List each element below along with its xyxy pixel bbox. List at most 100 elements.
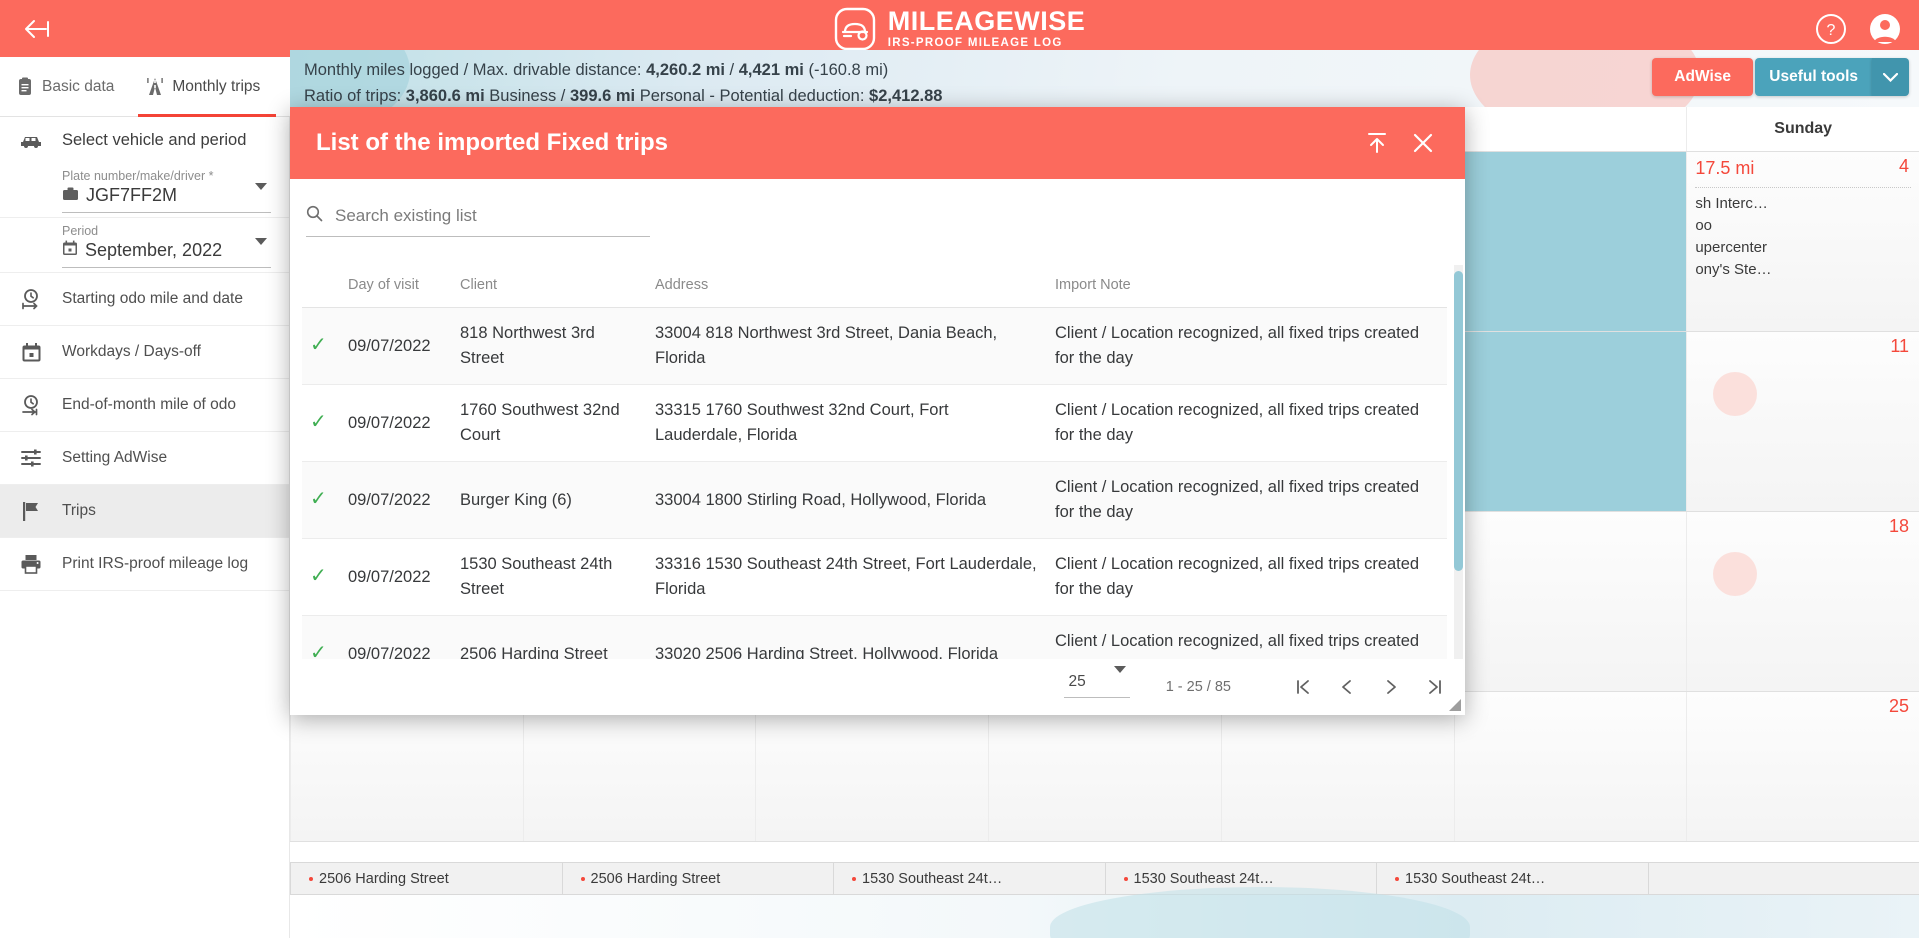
trip-label: 2506 Harding Street xyxy=(590,870,721,887)
plate-field-block: Plate number/make/driver * JGF7FF2M xyxy=(0,163,289,218)
calendar-cell[interactable] xyxy=(1453,332,1687,511)
row-client: Burger King (6) xyxy=(452,461,647,539)
calendar-bottom-trip[interactable] xyxy=(1647,863,1919,894)
calendar-bottom-trip[interactable]: 2506 Harding Street xyxy=(290,863,562,894)
calendar-bottom-trip[interactable]: 2506 Harding Street xyxy=(561,863,834,894)
ratio-prefix: Ratio of trips: xyxy=(304,87,406,105)
row-status: ✓ xyxy=(302,538,340,616)
sun-decoration-icon xyxy=(1713,552,1758,596)
calendar-day-miles: 17.5 mi xyxy=(1695,158,1755,178)
personal-miles: 399.6 mi xyxy=(569,87,636,105)
col-status xyxy=(302,265,340,308)
expand-up-icon[interactable] xyxy=(1359,125,1395,161)
calendar-cell[interactable] xyxy=(1453,692,1687,841)
sidebar-item-label: Print IRS-proof mileage log xyxy=(62,555,249,572)
row-note: Client / Location recognized, all fixed … xyxy=(1047,461,1447,539)
row-status: ✓ xyxy=(302,615,340,659)
check-icon: ✓ xyxy=(310,564,327,587)
sidebar-item-trips[interactable]: Trips xyxy=(0,485,289,538)
row-note: Client / Location recognized, all fixed … xyxy=(1047,384,1447,462)
search-input[interactable] xyxy=(333,205,633,227)
chevron-down-icon[interactable] xyxy=(1113,665,1126,691)
first-page-icon[interactable] xyxy=(1281,667,1325,707)
page-range-label: 1 - 25 / 85 xyxy=(1165,679,1231,695)
tab-basic-data[interactable]: Basic data xyxy=(0,57,130,117)
fixed-trips-table-wrap[interactable]: Day of visit Client Address Import Note … xyxy=(302,265,1453,659)
sidebar-item-workdays[interactable]: Workdays / Days-off xyxy=(0,326,289,379)
calendar-day-number: 4 xyxy=(1899,156,1910,176)
next-page-icon[interactable] xyxy=(1369,667,1413,707)
tab-monthly-trips-label: Monthly trips xyxy=(172,77,261,95)
useful-tools-button[interactable]: Useful tools xyxy=(1755,58,1872,96)
back-arrow-icon[interactable] xyxy=(22,12,56,46)
prev-page-icon[interactable] xyxy=(1325,667,1369,707)
calendar-trip[interactable]: oo xyxy=(1695,215,1911,237)
dialog-header: List of the imported Fixed trips xyxy=(290,107,1465,179)
calendar-bottom-trip[interactable]: 1530 Southeast 24t… xyxy=(1376,863,1648,894)
sidebar-section-title: Select vehicle and period xyxy=(62,130,247,149)
row-day: 09/07/2022 xyxy=(340,461,452,539)
account-circle-icon[interactable] xyxy=(1869,13,1901,45)
col-day-of-visit: Day of visit xyxy=(340,265,452,308)
calendar-trip[interactable]: upercenter xyxy=(1695,237,1911,259)
row-address: 33004 1800 Stirling Road, Hollywood, Flo… xyxy=(647,461,1047,539)
sliders-icon xyxy=(18,448,44,468)
brand-tagline: IRS-PROOF MILEAGE LOG xyxy=(887,36,1063,49)
plate-field-label: Plate number/make/driver * xyxy=(62,169,214,183)
search-box[interactable] xyxy=(306,205,650,237)
potential-deduction: $2,412.88 xyxy=(869,87,943,105)
chevron-down-icon[interactable] xyxy=(255,238,267,256)
imported-fixed-trips-dialog: List of the imported Fixed trips Search … xyxy=(290,107,1465,715)
chevron-down-icon[interactable] xyxy=(255,183,267,201)
page-size-select[interactable]: 25 xyxy=(1064,665,1130,698)
bullet-dot-icon xyxy=(1123,876,1128,881)
clock-end-icon xyxy=(18,394,44,416)
calendar-header-sunday: Sunday xyxy=(1686,107,1919,151)
calendar-cell-sunday-25[interactable]: 25 xyxy=(1686,692,1919,841)
calendar-cell-sunday-11[interactable]: 11 xyxy=(1686,332,1919,511)
trip-label: 1530 Southeast 24t… xyxy=(1405,870,1546,887)
calendar-trip[interactable]: sh Interc… xyxy=(1695,193,1911,215)
useful-tools-dropdown-button[interactable] xyxy=(1872,58,1909,96)
sidebar-item-setting-adwise[interactable]: Setting AdWise xyxy=(0,432,289,485)
dialog-footer: 25 1 - 25 / 85 xyxy=(290,659,1465,715)
briefcase-icon xyxy=(62,186,79,206)
calendar-cell-sunday-18[interactable]: 18 xyxy=(1686,512,1919,691)
adwise-button[interactable]: AdWise xyxy=(1652,58,1753,96)
sidebar-section-select-vehicle[interactable]: Select vehicle and period xyxy=(0,117,289,163)
calendar-bottom-trip[interactable]: 1530 Southeast 24t… xyxy=(833,863,1105,894)
tab-monthly-trips[interactable]: Monthly trips xyxy=(130,57,277,117)
max-drivable-distance: 4,421 mi xyxy=(738,61,804,79)
table-row[interactable]: ✓ 09/07/2022 2506 Harding Street 33020 2… xyxy=(302,615,1447,659)
table-row[interactable]: ✓ 09/07/2022 818 Northwest 3rd Street 33… xyxy=(302,307,1447,385)
plate-select[interactable]: JGF7FF2M xyxy=(62,183,271,213)
help-circle-icon[interactable]: ? xyxy=(1815,13,1847,45)
sidebar-item-print-log[interactable]: Print IRS-proof mileage log xyxy=(0,538,289,591)
row-client: 2506 Harding Street xyxy=(452,615,647,659)
sidebar-item-end-of-month-odo[interactable]: End-of-month mile of odo xyxy=(0,379,289,432)
period-select[interactable]: September, 2022 xyxy=(62,238,271,268)
table-row[interactable]: ✓ 09/07/2022 1530 Southeast 24th Street … xyxy=(302,538,1447,616)
row-note: Client / Location recognized, all fixed … xyxy=(1047,538,1447,616)
wave-decoration-icon xyxy=(1050,887,1470,938)
bullet-dot-icon xyxy=(309,876,313,881)
row-status: ✓ xyxy=(302,461,340,539)
calendar-trip[interactable]: ony's Ste… xyxy=(1695,259,1911,281)
calendar-cell[interactable] xyxy=(1453,152,1687,331)
dialog-resize-grip[interactable] xyxy=(1448,698,1462,712)
calendar-cell[interactable] xyxy=(1453,512,1687,691)
col-import-note: Import Note xyxy=(1047,265,1447,308)
top-bar-actions: ? xyxy=(1815,13,1901,45)
clock-start-icon xyxy=(18,288,44,310)
table-row[interactable]: ✓ 09/07/2022 1760 Southwest 32nd Court 3… xyxy=(302,384,1447,462)
col-address: Address xyxy=(647,265,1047,308)
calendar-cell-sunday-4[interactable]: 4 17.5 mi sh Interc… oo upercenter ony's… xyxy=(1686,152,1919,331)
table-row[interactable]: ✓ 09/07/2022 Burger King (6) 33004 1800 … xyxy=(302,461,1447,539)
table-scrollbar-thumb[interactable] xyxy=(1454,271,1463,571)
monthly-miles-separator: / xyxy=(724,61,739,79)
sidebar-item-starting-odo[interactable]: Starting odo mile and date xyxy=(0,273,289,326)
row-note: Client / Location recognized, all fixed … xyxy=(1047,615,1447,659)
check-icon: ✓ xyxy=(310,333,327,356)
close-icon[interactable] xyxy=(1405,125,1441,161)
row-address: 33020 2506 Harding Street, Hollywood, Fl… xyxy=(647,615,1047,659)
